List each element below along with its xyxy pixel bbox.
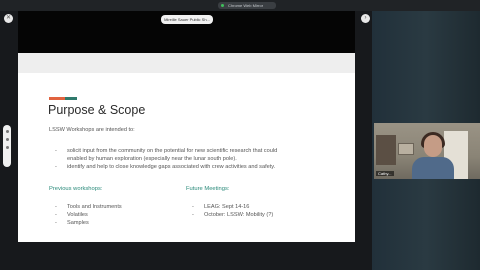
browser-tab[interactable]: Chrome Web Mirror [218,2,276,9]
slide-top-strip [18,53,355,73]
webcam-picture-frame [398,143,414,155]
previous-workshops-heading: Previous workshops: [49,186,103,192]
presenter-pill[interactable]: Mireille Sauer Public Sh... [161,15,213,24]
previous-item: Tools and Instruments [67,204,122,210]
side-toolbar[interactable] [3,125,11,167]
bullet-dash: - [192,212,194,218]
toolbar-dot-icon[interactable] [5,130,9,133]
bullet-dash: - [55,212,57,218]
webcam-shelf [376,135,396,165]
webcam-person-body [412,157,454,179]
browser-top-bar: Chrome Web Mirror [0,0,480,11]
toolbar-dot-icon[interactable] [5,138,9,141]
slide-intro: LSSW Workshops are intended to: [49,127,135,133]
close-icon[interactable]: ✕ [4,14,13,23]
slide: Purpose & Scope LSSW Workshops are inten… [18,53,355,242]
webcam-name-label: Cathy... [376,171,394,176]
slide-title: Purpose & Scope [48,103,146,117]
previous-item: Samples [67,220,89,226]
accent-segment-teal [65,97,77,100]
accent-segment-orange [49,97,65,100]
chevron-right-icon[interactable]: › [361,14,370,23]
webcam-tile[interactable]: Cathy... [374,123,480,179]
previous-item: Volatiles [67,212,88,218]
browser-tab-label: Chrome Web Mirror [228,3,264,8]
bullet-text: identify and help to close knowledge gap… [67,164,276,170]
bullet-text: solicit input from the community on the … [67,148,278,154]
bullet-dash: - [55,204,57,210]
future-item: LEAG: Sept 14-16 [204,204,250,210]
bullet-dash: - [55,220,57,226]
bullet-dash: - [192,204,194,210]
webcam-person-face [424,135,442,157]
future-meetings-heading: Future Meetings: [186,186,230,192]
bullet-dash: - [55,148,57,154]
bullet-dash: - [55,164,57,170]
bullet-text-continued: enabled by human exploration (especially… [67,156,237,162]
future-item: October: LSSW: Mobility (?) [204,212,274,218]
toolbar-dot-icon[interactable] [5,146,9,149]
recording-indicator-icon [221,4,224,7]
